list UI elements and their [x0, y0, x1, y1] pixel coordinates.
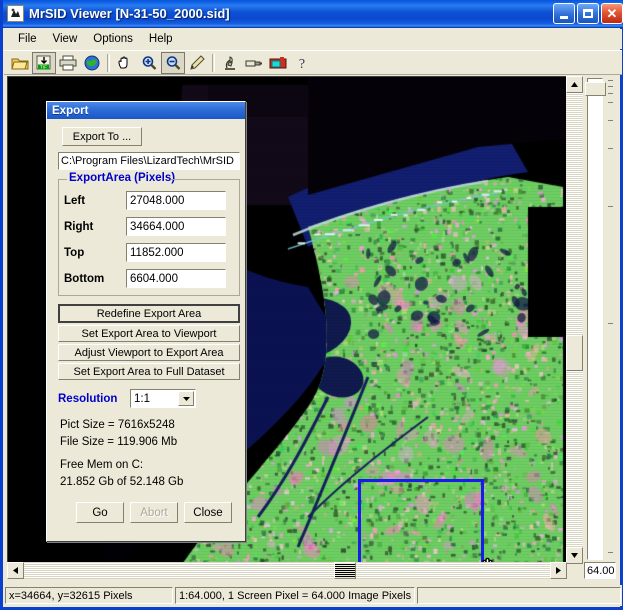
- vscroll-thumb[interactable]: [566, 335, 583, 371]
- menu-bar: File View Options Help: [4, 29, 622, 49]
- pict-size-text: Pict Size = 7616x5248: [60, 419, 175, 431]
- hscroll-thumb[interactable]: [334, 562, 356, 579]
- zoom-slider-ticks: [606, 76, 616, 564]
- close-icon: ✕: [606, 6, 618, 21]
- adjust-viewport-to-export-area-button[interactable]: Adjust Viewport to Export Area: [58, 344, 240, 361]
- maximize-button[interactable]: [577, 3, 599, 24]
- zoom-in-icon[interactable]: [137, 52, 161, 74]
- field-row-top: Top 11852.000: [64, 243, 234, 262]
- help-question-icon[interactable]: ?: [290, 52, 314, 74]
- scroll-left-button[interactable]: [7, 562, 24, 579]
- resolution-combo[interactable]: 1:1: [130, 389, 196, 408]
- toolbar-separator: [107, 53, 110, 72]
- camera-icon[interactable]: [266, 52, 290, 74]
- resolution-value: 1:1: [134, 392, 150, 405]
- left-input[interactable]: 27048.000: [126, 191, 226, 210]
- dialog-buttons: Go Abort Close: [76, 502, 238, 523]
- horizontal-scrollbar[interactable]: [7, 562, 567, 579]
- resolution-label: Resolution: [58, 392, 118, 405]
- left-label: Left: [64, 194, 86, 207]
- title-bar: MrSID Viewer [N-31-50_2000.sid] ✕: [3, 0, 623, 28]
- app-icon: [7, 5, 24, 22]
- set-export-area-to-viewport-button[interactable]: Set Export Area to Viewport: [58, 325, 240, 342]
- export-dialog-title: Export: [47, 102, 245, 119]
- top-input[interactable]: 11852.000: [126, 243, 226, 262]
- resolution-row: Resolution 1:1: [58, 389, 238, 408]
- status-scale: 1:64.000, 1 Screen Pixel = 64.000 Image …: [175, 587, 415, 604]
- status-bar: x=34664, y=32615 Pixels 1:64.000, 1 Scre…: [4, 585, 622, 606]
- export-dialog-body: Export To ... C:\Program Files\LizardTec…: [47, 119, 245, 529]
- field-row-right: Right 34664.000: [64, 217, 234, 236]
- zoom-value-field[interactable]: 64.00: [584, 562, 616, 579]
- abort-button: Abort: [130, 502, 178, 523]
- chevron-down-icon[interactable]: [178, 391, 194, 406]
- menu-view[interactable]: View: [45, 31, 86, 47]
- window-frame: MrSID Viewer [N-31-50_2000.sid] ✕ File V…: [0, 0, 623, 610]
- file-size-text: File Size = 119.906 Mb: [60, 436, 178, 448]
- export-dialog[interactable]: Export Export To ... C:\Program Files\Li…: [46, 101, 246, 542]
- vscroll-track[interactable]: [566, 76, 583, 564]
- field-row-bottom: Bottom 6604.000: [64, 269, 234, 288]
- redefine-export-area-button[interactable]: Redefine Export Area: [58, 304, 240, 323]
- open-folder-icon[interactable]: [8, 52, 32, 74]
- scroll-right-button[interactable]: [550, 562, 567, 579]
- scroll-up-button[interactable]: [566, 76, 583, 93]
- toolbar-separator-2: [212, 53, 215, 72]
- free-mem-label: Free Mem on C:: [60, 459, 144, 471]
- export-area-buttons: Redefine Export Area Set Export Area to …: [58, 304, 240, 380]
- menu-help[interactable]: Help: [141, 31, 181, 47]
- export-path-input[interactable]: C:\Program Files\LizardTech\MrSID: [58, 152, 240, 170]
- minimize-button[interactable]: [553, 3, 575, 24]
- go-button[interactable]: Go: [76, 502, 124, 523]
- status-coordinates: x=34664, y=32615 Pixels: [5, 587, 173, 604]
- globe-icon[interactable]: [80, 52, 104, 74]
- microscope-icon[interactable]: [218, 52, 242, 74]
- svg-text:?: ?: [299, 57, 305, 71]
- svg-text:TIF: TIF: [40, 64, 47, 69]
- pencil-icon[interactable]: [185, 52, 209, 74]
- status-extra: [417, 587, 621, 604]
- menu-options[interactable]: Options: [85, 31, 141, 47]
- right-label: Right: [64, 220, 94, 233]
- minimize-icon: [560, 15, 568, 19]
- menu-file[interactable]: File: [10, 31, 45, 47]
- export-to-button[interactable]: Export To ...: [62, 127, 142, 146]
- export-info: Pict Size = 7616x5248 File Size = 119.90…: [60, 417, 238, 491]
- top-label: Top: [64, 246, 85, 259]
- export-area-legend: ExportArea (Pixels): [67, 172, 178, 184]
- application-window: MrSID Viewer [N-31-50_2000.sid] ✕ File V…: [0, 0, 623, 610]
- window-controls: ✕: [553, 3, 623, 24]
- field-row-left: Left 27048.000: [64, 191, 234, 210]
- bottom-label: Bottom: [64, 272, 105, 285]
- toolbar: TIF ?: [4, 50, 622, 75]
- maximize-icon: [583, 9, 593, 18]
- zoom-slider-groove[interactable]: [587, 78, 603, 560]
- probe-icon[interactable]: [242, 52, 266, 74]
- zoom-slider-thumb[interactable]: [585, 82, 606, 96]
- export-area-group: ExportArea (Pixels) Left 27048.000 Right…: [58, 172, 240, 296]
- window-title: MrSID Viewer [N-31-50_2000.sid]: [29, 6, 230, 21]
- free-mem-value: 21.852 Gb of 52.148 Gb: [60, 476, 184, 488]
- right-input[interactable]: 34664.000: [126, 217, 226, 236]
- scroll-down-button[interactable]: [566, 547, 583, 564]
- export-tif-icon[interactable]: TIF: [32, 51, 56, 74]
- hand-pan-icon[interactable]: [113, 52, 137, 74]
- close-button[interactable]: ✕: [601, 3, 623, 24]
- hscroll-track[interactable]: [7, 562, 567, 579]
- vertical-scrollbar[interactable]: [566, 76, 583, 564]
- close-dialog-button[interactable]: Close: [184, 502, 232, 523]
- zoom-slider[interactable]: [584, 76, 616, 564]
- zoom-out-icon[interactable]: [161, 51, 185, 74]
- print-icon[interactable]: [56, 52, 80, 74]
- set-export-area-to-full-dataset-button[interactable]: Set Export Area to Full Dataset: [58, 363, 240, 380]
- bottom-input[interactable]: 6604.000: [126, 269, 226, 288]
